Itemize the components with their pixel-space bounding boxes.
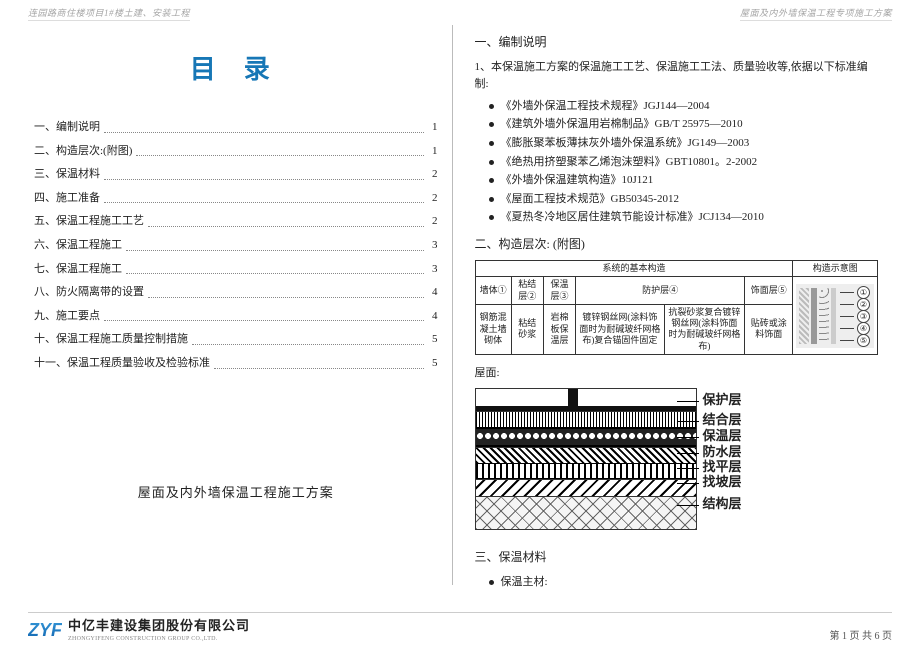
standard-item: 《绝热用挤塑聚苯乙烯泡沫塑料》GBT10801。2-2002: [489, 154, 879, 172]
toc-list: 一、编制说明1 二、构造层次:(附图)1 三、保温材料2 四、施工准备2 五、保…: [34, 119, 438, 373]
toc-title: 目录: [50, 49, 438, 91]
system-table: 系统的基本构造 构造示意图 墙体① 粘结层② 保温层③ 防护层④ 饰面层⑤ ① …: [475, 260, 879, 355]
material-item: 保温主材:: [489, 574, 879, 592]
standard-item: 《建筑外墙外保温用岩棉制品》GB/T 25975—2010: [489, 116, 879, 134]
layer-label: 找坡层: [703, 472, 742, 493]
standard-item: 《外墙外保温工程技术规程》JGJ144—2004: [489, 98, 879, 116]
section-1-title: 一、编制说明: [475, 33, 879, 52]
layer-label: 保护层: [703, 390, 742, 411]
system-mini-diagram: ① ② ③ ④ ⑤: [796, 284, 874, 348]
th-main: 系统的基本构造: [475, 261, 793, 277]
logo-mark: ZYF: [28, 616, 62, 645]
page-footer: ZYF 中亿丰建设集团股份有限公司 ZHONGYIFENG CONSTRUCTI…: [0, 616, 920, 645]
layer-label: 结构层: [703, 494, 742, 515]
roof-label: 屋面:: [475, 365, 879, 383]
toc-row: 三、保温材料2: [34, 166, 438, 184]
page-number: 第 1 页 共 6 页: [830, 629, 893, 645]
toc-row: 六、保温工程施工3: [34, 237, 438, 255]
standards-list: 《外墙外保温工程技术规程》JGJ144—2004 《建筑外墙外保温用岩棉制品》G…: [489, 98, 879, 227]
body-column: 一、编制说明 1、本保温施工方案的保温施工工艺、保温施工工法、质量验收等,依据以…: [453, 25, 893, 585]
toc-row: 五、保温工程施工工艺2: [34, 213, 438, 231]
toc-row: 八、防火隔离带的设置4: [34, 284, 438, 302]
roof-layers-diagram: 保护层 结合层 保温层 防水层 找平层 找坡层 结构层: [475, 388, 879, 530]
toc-row: 二、构造层次:(附图)1: [34, 143, 438, 161]
section-2-title: 二、构造层次: (附图): [475, 235, 879, 254]
th-diagram: 构造示意图: [793, 261, 878, 277]
header-right: 屋面及内外墙保温工程专项施工方案: [740, 6, 892, 21]
header-left: 连园路商住楼项目1#楼土建、安装工程: [28, 6, 190, 21]
toc-row: 四、施工准备2: [34, 190, 438, 208]
toc-column: 目录 一、编制说明1 二、构造层次:(附图)1 三、保温材料2 四、施工准备2 …: [28, 25, 453, 585]
toc-row: 九、施工要点4: [34, 308, 438, 326]
standard-item: 《外墙外保温建筑构造》10J121: [489, 172, 879, 190]
page-header: 连园路商住楼项目1#楼土建、安装工程 屋面及内外墙保温工程专项施工方案: [0, 0, 920, 21]
standard-item: 《夏热冬冷地区居住建筑节能设计标准》JCJ134—2010: [489, 209, 879, 227]
toc-row: 一、编制说明1: [34, 119, 438, 137]
section-3-title: 三、保温材料: [475, 548, 879, 567]
standard-item: 《膨胀聚苯板薄抹灰外墙外保温系统》JG149—2003: [489, 135, 879, 153]
logo-zh: 中亿丰建设集团股份有限公司: [68, 618, 250, 633]
logo-en: ZHONGYIFENG CONSTRUCTION GROUP CO.,LTD.: [68, 635, 250, 645]
company-logo: ZYF 中亿丰建设集团股份有限公司 ZHONGYIFENG CONSTRUCTI…: [28, 616, 250, 645]
diagram-cell: ① ② ③ ④ ⑤: [793, 277, 878, 355]
standard-item: 《屋面工程技术规范》GB50345-2012: [489, 191, 879, 209]
toc-row: 七、保温工程施工3: [34, 261, 438, 279]
material-list: 保温主材:: [489, 574, 879, 592]
doc-subtitle: 屋面及内外墙保温工程施工方案: [34, 483, 438, 504]
toc-row: 十一、保温工程质量验收及检验标准5: [34, 355, 438, 373]
toc-row: 十、保温工程施工质量控制措施5: [34, 331, 438, 349]
section-1-intro: 1、本保温施工方案的保温施工工艺、保温施工工法、质量验收等,依据以下标准编制:: [475, 59, 879, 94]
